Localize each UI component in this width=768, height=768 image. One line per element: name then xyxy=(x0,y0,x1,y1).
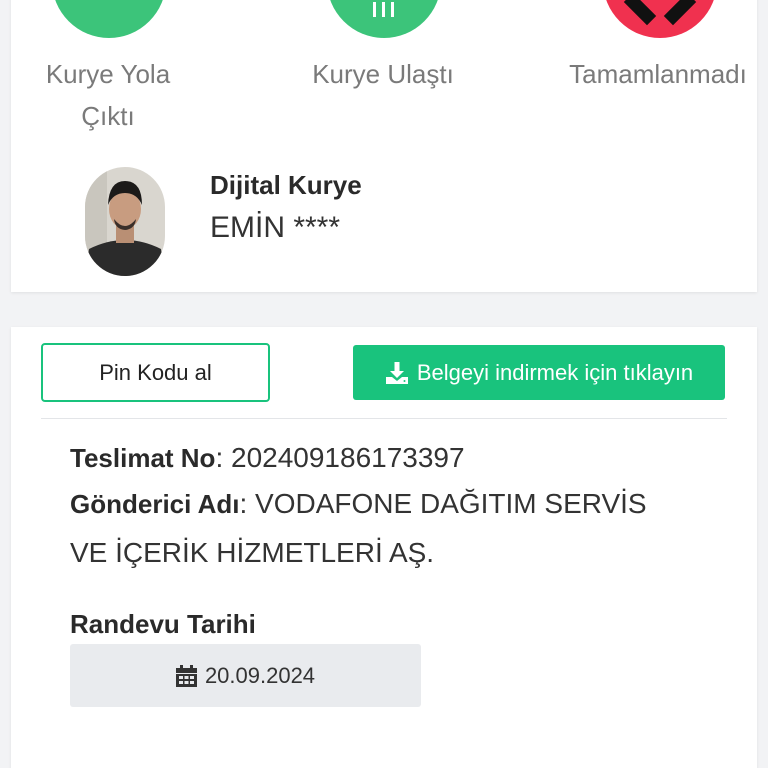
appointment-date-field[interactable]: 20.09.2024 xyxy=(70,644,421,707)
status-courier-out-label: Kurye Yola Çıktı xyxy=(28,53,188,137)
delivery-number-label: Teslimat No xyxy=(70,443,216,473)
delivery-number-value: : 202409186173397 xyxy=(215,442,465,473)
status-not-completed-label: Tamamlanmadı xyxy=(569,59,747,89)
status-courier-out-circle xyxy=(52,0,166,38)
get-pin-code-label: Pin Kodu al xyxy=(99,359,212,385)
appointment-date-value: 20.09.2024 xyxy=(204,662,316,688)
section-divider xyxy=(41,418,727,419)
calendar-icon xyxy=(175,664,197,687)
status-courier-arrived-label: Kurye Ulaştı xyxy=(312,59,454,89)
building-icon xyxy=(373,2,394,17)
appointment-date-label: Randevu Tarihi xyxy=(70,609,256,639)
courier-avatar xyxy=(85,167,165,276)
delivery-number-row: Teslimat No: 202409186173397 xyxy=(70,435,465,481)
status-not-completed-circle xyxy=(603,0,717,38)
sender-name-value-line1: : VODAFONE DAĞITIM SERVİS xyxy=(239,488,647,519)
status-courier-out-line1: Kurye Yola xyxy=(45,59,171,89)
status-courier-out-line2: Çıktı xyxy=(81,101,135,131)
status-courier-arrived-circle xyxy=(327,0,441,38)
download-document-button[interactable]: Belgeyi indirmek için tıklayın xyxy=(353,345,725,400)
sender-name-value-line2: VE İÇERİK HİZMETLERİ AŞ. xyxy=(70,537,435,568)
courier-title: Dijital Kurye xyxy=(210,170,362,200)
courier-name: EMİN **** xyxy=(210,211,341,244)
delivery-status-card: Kurye Yola Çıktı Kurye Ulaştı Tamamlanma… xyxy=(11,0,757,292)
sender-name-row: Gönderici Adı: VODAFONE DAĞITIM SERVİS xyxy=(70,481,647,527)
x-icon xyxy=(623,0,697,26)
delivery-details-card: Pin Kodu al Belgeyi indirmek için tıklay… xyxy=(11,327,757,768)
sender-name-label: Gönderici Adı xyxy=(70,489,240,519)
download-icon xyxy=(385,361,408,384)
download-document-label: Belgeyi indirmek için tıklayın xyxy=(416,359,694,385)
get-pin-code-button[interactable]: Pin Kodu al xyxy=(41,343,270,402)
